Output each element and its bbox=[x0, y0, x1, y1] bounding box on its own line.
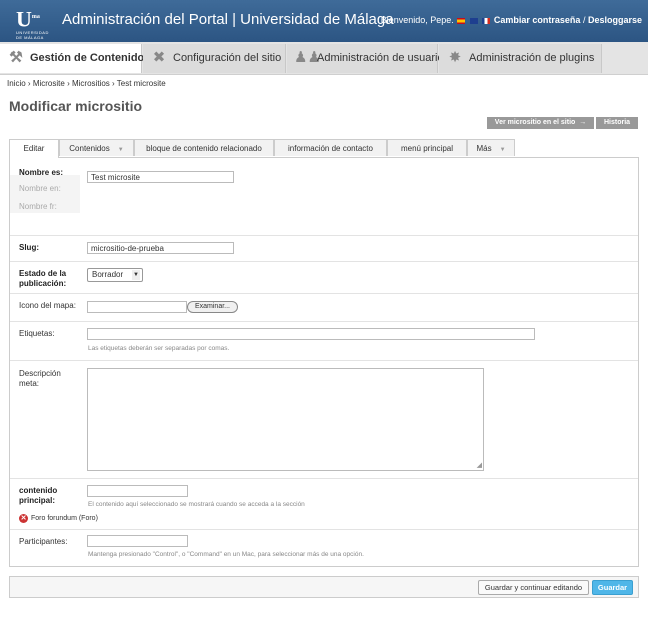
arrow-right-icon: → bbox=[579, 119, 587, 126]
tags-label: Etiquetas: bbox=[19, 329, 55, 338]
puzzle-icon: ✸ bbox=[448, 49, 462, 66]
meta-description-textarea[interactable]: ◢ bbox=[87, 368, 484, 471]
dropdown-arrow-icon: ▼ bbox=[499, 147, 506, 153]
france-flag-icon[interactable] bbox=[482, 17, 491, 24]
top-header: Uma UNIVERSIDAD DE MÁLAGA Administración… bbox=[0, 0, 648, 42]
map-icon-label: Icono del mapa: bbox=[19, 301, 76, 310]
tab-edit[interactable]: Editar bbox=[9, 139, 59, 158]
university-logo[interactable]: Uma UNIVERSIDAD DE MÁLAGA bbox=[16, 6, 48, 41]
welcome-text: Bienvenido, Pepe. bbox=[380, 15, 454, 25]
browse-button[interactable]: Examinar... bbox=[187, 301, 238, 313]
resize-grip-icon[interactable]: ◢ bbox=[477, 461, 482, 469]
wrench-icon: ✖ bbox=[152, 49, 166, 66]
name-input[interactable]: Test microsite bbox=[87, 171, 234, 183]
view-on-site-button[interactable]: Ver micrositio en el sitio → bbox=[487, 117, 594, 129]
breadcrumb-current: Test microsite bbox=[116, 79, 166, 88]
history-button[interactable]: Historia bbox=[596, 117, 638, 129]
form-tabs: Editar Contenidos ▼ bloque de contenido r… bbox=[9, 139, 639, 158]
user-tools: Bienvenido, Pepe. Cambiar contraseña / D… bbox=[380, 15, 642, 25]
tab-contents[interactable]: Contenidos ▼ bbox=[59, 139, 134, 156]
breadcrumb: Inicio › Microsite › Micrositios › Test … bbox=[7, 79, 166, 88]
slug-input[interactable]: micrositio-de-prueba bbox=[87, 242, 234, 254]
save-and-continue-button[interactable]: Guardar y continuar editando bbox=[478, 580, 589, 595]
status-select[interactable]: Borrador ▼ bbox=[87, 268, 143, 282]
tab-main-menu[interactable]: menú principal bbox=[387, 139, 467, 156]
name-label: Nombre es: bbox=[19, 168, 64, 177]
main-content-input[interactable] bbox=[87, 485, 188, 497]
tab-related-content[interactable]: bloque de contenido relacionado bbox=[134, 139, 274, 156]
participants-select[interactable] bbox=[87, 535, 188, 547]
main-content-label: contenido principal: bbox=[19, 486, 58, 505]
change-password-link[interactable]: Cambiar contraseña bbox=[494, 15, 581, 25]
site-title: Administración del Portal | Universidad … bbox=[62, 11, 394, 28]
slug-label: Slug: bbox=[19, 243, 39, 252]
uk-flag-icon[interactable] bbox=[469, 17, 478, 24]
users-icon: ♟♟ bbox=[294, 49, 321, 66]
error-icon: ✕ bbox=[19, 514, 28, 523]
tags-help: Las etiquetas deberán ser separadas por … bbox=[88, 345, 230, 352]
spain-flag-icon[interactable] bbox=[457, 17, 466, 24]
breadcrumb-home[interactable]: Inicio bbox=[7, 79, 26, 88]
tab-plugin-admin[interactable]: ✸ Administración de plugins bbox=[439, 44, 602, 73]
tab-more[interactable]: Más ▼ bbox=[467, 139, 515, 156]
name-fr-label: Nombre fr: bbox=[19, 202, 57, 211]
submit-row: Guardar y continuar editando Guardar bbox=[9, 576, 639, 598]
name-en-label: Nombre en: bbox=[19, 184, 61, 193]
participants-help: Mantenga presionado "Control", o "Comman… bbox=[88, 551, 364, 558]
save-button[interactable]: Guardar bbox=[592, 580, 633, 595]
page-title: Modificar micrositio bbox=[9, 98, 143, 114]
tab-contact-info[interactable]: información de contacto bbox=[274, 139, 387, 156]
breadcrumb-microsites[interactable]: Micrositios bbox=[72, 79, 110, 88]
map-icon-file-input[interactable] bbox=[87, 301, 187, 313]
tab-user-admin[interactable]: ♟♟ Administración de usuario bbox=[287, 44, 444, 73]
meta-description-label: Descripción meta: bbox=[19, 369, 61, 388]
main-content-error: Foro forundum (Foro) bbox=[31, 515, 98, 522]
tags-input[interactable] bbox=[87, 328, 535, 340]
tab-site-config[interactable]: ✖ Configuración del sitio bbox=[143, 44, 286, 73]
participants-label: Participantes: bbox=[19, 537, 68, 546]
chevron-down-icon: ▼ bbox=[132, 270, 140, 280]
main-nav: ⚒ Gestión de Contenido ✖ Configuración d… bbox=[0, 42, 648, 75]
tools-icon: ⚒ bbox=[9, 49, 23, 66]
main-content-help: El contenido aquí seleccionado se mostra… bbox=[88, 501, 305, 508]
edit-form: Nombre es: Test microsite Nombre en: Nom… bbox=[9, 157, 639, 567]
tab-content-management[interactable]: ⚒ Gestión de Contenido bbox=[0, 44, 144, 73]
logout-link[interactable]: Desloggarse bbox=[588, 15, 642, 25]
breadcrumb-microsite[interactable]: Microsite bbox=[33, 79, 65, 88]
status-label: Estado de la publicación: bbox=[19, 269, 67, 288]
dropdown-arrow-icon: ▼ bbox=[117, 147, 124, 153]
